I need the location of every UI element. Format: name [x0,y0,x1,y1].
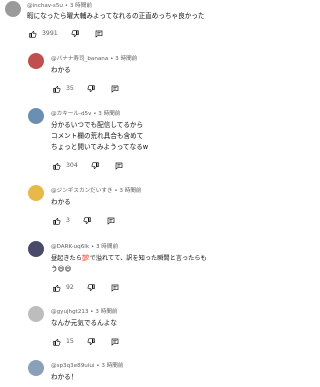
comment-handle[interactable]: @sp3q3e89uiui [51,363,95,369]
like-count: 3 [66,217,70,224]
comment-handle[interactable]: @カキール-d5v [51,111,91,117]
reply-button[interactable] [110,336,120,348]
thumbs-up-icon [29,30,37,38]
dislike-button[interactable] [90,160,100,172]
dislike-button[interactable] [86,336,96,348]
comment-time: 3 時間前 [115,56,138,62]
like-button[interactable] [28,28,38,40]
comment-handle[interactable]: @inchav-s5u [27,3,63,9]
comment-actions: 15 [52,336,120,348]
comment-handle[interactable]: @DARK-uq6lk [51,244,89,250]
comment-actions: 92 [52,282,120,294]
thumbs-down-icon [87,338,95,346]
thumbs-up-icon [53,85,61,93]
thumbs-up-icon [53,162,61,170]
reply-icon [111,338,119,346]
thumbs-up-icon [53,217,61,225]
thumbs-up-icon [53,338,61,346]
comment-meta: @sp3q3e89uiui • 3 時間前 [51,363,124,369]
like-count: 35 [66,85,74,92]
comment-text: 暇になったら曜大輔みよってなれるの正直めっちゃ良かった [27,12,205,20]
comment-text: わかる [51,198,71,206]
comment-time: 3 時間前 [95,309,118,315]
like-count: 3991 [42,30,58,37]
comment-time: 3 時間前 [101,363,124,369]
like-button[interactable] [52,83,62,95]
comment-time: 3 時間前 [95,244,119,250]
comment-meta: @ジンギスカンだいすき • 3 時間前 [51,188,142,194]
dislike-button[interactable] [86,282,96,294]
comment-actions: 304 [52,160,124,172]
reply-button[interactable] [106,215,116,227]
thumbs-down-icon [87,85,95,93]
comment-text-line: コメント欄の荒れ具合も含めて [51,132,144,140]
comment-actions: 35 [52,83,120,95]
thumbs-down-icon [83,217,91,225]
comment-text: なんか元気でるんよな [51,319,117,327]
dislike-button[interactable] [86,83,96,95]
comment-meta: @DARK-uq6lk • 3 時間前 [51,244,119,250]
thumbs-up-icon [53,284,61,292]
like-count: 15 [66,338,74,345]
comment-meta: @gyujhgt213 • 3 時間前 [51,309,118,315]
reply-button[interactable] [110,83,120,95]
reply-button[interactable] [94,28,104,40]
comment-time: 3 時間前 [119,188,142,194]
comment-time: 3 時間前 [69,3,92,9]
like-button[interactable] [52,215,62,227]
dislike-button[interactable] [70,28,80,40]
comment-text-line: う😄😄 [51,265,72,273]
comment-handle[interactable]: @ジンギスカンだいすき [51,188,113,194]
like-count: 92 [66,284,74,291]
like-count: 304 [66,162,78,169]
reply-icon [111,284,119,292]
comment-text-line: 昼起きたら💯で溢れてて、訳を知った瞬間と言ったらも [51,255,207,262]
comment-meta: @カキール-d5v • 3 時間前 [51,111,121,117]
comment-text: わかる [51,66,71,74]
comment-handle[interactable]: @gyujhgt213 [51,309,89,315]
comment-text-line: ちょっと開いてみようってなるw [51,143,149,151]
like-button[interactable] [52,160,62,172]
like-button[interactable] [52,336,62,348]
avatar[interactable] [28,108,44,124]
avatar[interactable] [28,53,44,69]
comment-text-line: 分かるいつでも配信してるから [51,121,144,129]
comment-text: わかる！ [51,373,78,381]
reply-button[interactable] [114,160,124,172]
avatar[interactable] [28,306,44,322]
comment-actions: 3 [52,215,116,227]
reply-icon [111,85,119,93]
avatar[interactable] [28,241,44,257]
comment-meta: @inchav-s5u • 3 時間前 [27,3,92,9]
dislike-button[interactable] [82,215,92,227]
avatar[interactable] [28,360,44,376]
reply-icon [115,162,123,170]
like-button[interactable] [52,282,62,294]
thumbs-down-icon [71,30,79,38]
reply-icon [107,217,115,225]
comment-time: 3 時間前 [98,111,121,117]
reply-icon [95,30,103,38]
thumbs-down-icon [91,162,99,170]
avatar[interactable] [28,185,44,201]
avatar[interactable] [5,1,21,17]
comment-actions: 3991 [28,28,104,40]
comment-handle[interactable]: @バナナ寿司_banana [51,56,108,62]
reply-button[interactable] [110,282,120,294]
comment-meta: @バナナ寿司_banana • 3 時間前 [51,56,138,62]
thumbs-down-icon [87,284,95,292]
